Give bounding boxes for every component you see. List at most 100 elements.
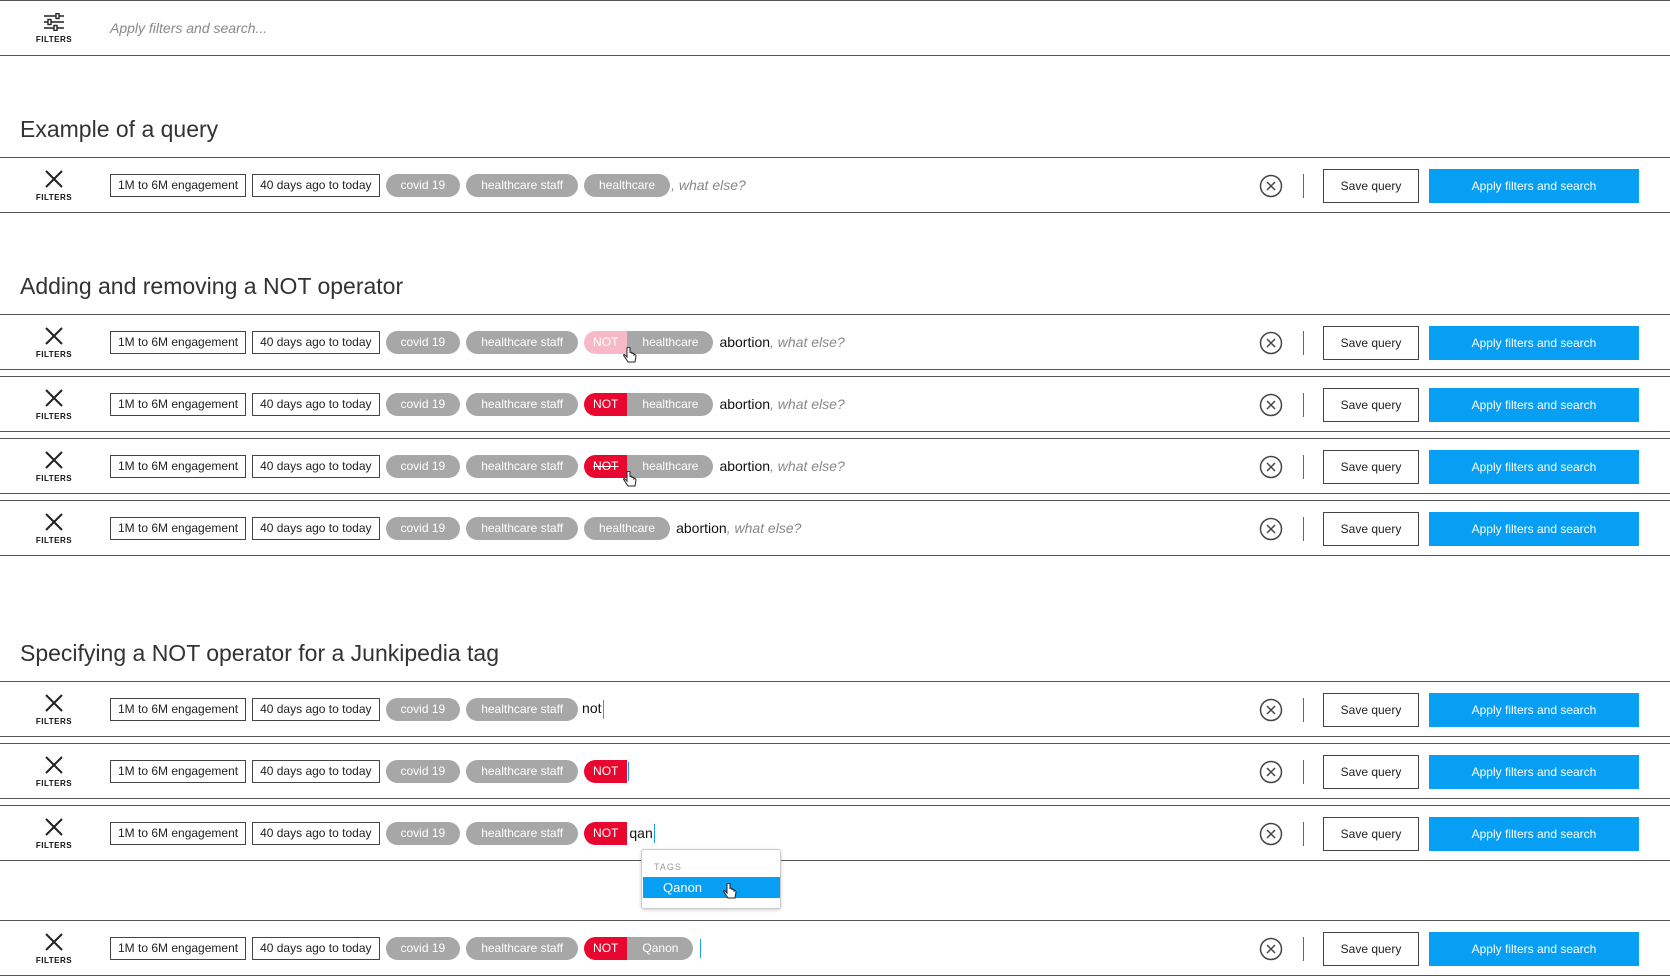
- clear-query-icon[interactable]: [1259, 331, 1283, 355]
- tag-chip-label[interactable]: Qanon: [627, 936, 694, 960]
- close-filters-button[interactable]: FILTERS: [22, 439, 86, 493]
- date-filter-chip[interactable]: 40 days ago to today: [252, 392, 380, 416]
- search-input-placeholder[interactable]: , what else?: [770, 334, 845, 350]
- tag-chip[interactable]: covid 19: [385, 454, 461, 478]
- tag-chip[interactable]: covid 19: [385, 173, 461, 197]
- search-input[interactable]: Apply filters and search...: [110, 20, 267, 36]
- close-filters-button[interactable]: FILTERS: [22, 744, 86, 798]
- tag-chip-label[interactable]: healthcare: [627, 330, 714, 354]
- tag-chip[interactable]: covid 19: [385, 759, 461, 783]
- engagement-filter-chip[interactable]: 1M to 6M engagement: [110, 330, 247, 354]
- engagement-filter-chip[interactable]: 1M to 6M engagement: [110, 936, 247, 960]
- search-input[interactable]: not: [582, 699, 604, 719]
- search-input-placeholder[interactable]: , what else?: [671, 177, 746, 193]
- save-query-button[interactable]: Save query: [1323, 755, 1419, 789]
- hand-cursor-icon: [623, 347, 637, 363]
- tag-chip[interactable]: healthcare staff: [466, 821, 579, 845]
- typed-term[interactable]: abortion: [719, 458, 770, 474]
- filters-toggle-button[interactable]: FILTERS: [22, 1, 86, 55]
- clear-query-icon[interactable]: [1259, 174, 1283, 198]
- date-filter-chip[interactable]: 40 days ago to today: [252, 697, 380, 721]
- apply-filters-button[interactable]: Apply filters and search: [1429, 450, 1639, 484]
- date-filter-chip[interactable]: 40 days ago to today: [252, 173, 380, 197]
- close-filters-button[interactable]: FILTERS: [22, 806, 86, 860]
- search-input[interactable]: qan: [629, 822, 655, 845]
- engagement-filter-chip[interactable]: 1M to 6M engagement: [110, 697, 247, 721]
- search-input-placeholder[interactable]: , what else?: [770, 396, 845, 412]
- date-filter-chip[interactable]: 40 days ago to today: [252, 759, 380, 783]
- save-query-button[interactable]: Save query: [1323, 169, 1419, 203]
- save-query-button[interactable]: Save query: [1323, 693, 1419, 727]
- tag-chip-label[interactable]: healthcare: [627, 454, 714, 478]
- apply-filters-button[interactable]: Apply filters and search: [1429, 932, 1639, 966]
- apply-filters-button[interactable]: Apply filters and search: [1429, 169, 1639, 203]
- search-input-placeholder[interactable]: , what else?: [770, 458, 845, 474]
- date-filter-chip[interactable]: 40 days ago to today: [252, 330, 380, 354]
- clear-query-icon[interactable]: [1259, 393, 1283, 417]
- clear-query-icon[interactable]: [1259, 822, 1283, 846]
- not-operator-toggle[interactable]: NOT: [584, 936, 628, 960]
- not-operator-toggle[interactable]: NOT: [584, 759, 628, 783]
- not-operator-toggle[interactable]: NOT: [584, 821, 628, 845]
- engagement-filter-chip[interactable]: 1M to 6M engagement: [110, 821, 247, 845]
- clear-query-icon[interactable]: [1259, 760, 1283, 784]
- tag-chip[interactable]: healthcare staff: [466, 173, 579, 197]
- engagement-filter-chip[interactable]: 1M to 6M engagement: [110, 454, 247, 478]
- tag-chip[interactable]: healthcare: [584, 173, 671, 197]
- typed-term[interactable]: abortion: [719, 396, 770, 412]
- close-filters-button[interactable]: FILTERS: [22, 158, 86, 212]
- clear-query-icon[interactable]: [1259, 937, 1283, 961]
- not-operator-toggle[interactable]: NOT: [584, 454, 628, 478]
- apply-filters-button[interactable]: Apply filters and search: [1429, 817, 1639, 851]
- dropdown-option-qanon[interactable]: Qanon: [643, 877, 780, 898]
- apply-filters-button[interactable]: Apply filters and search: [1429, 512, 1639, 546]
- tag-chip-label[interactable]: healthcare: [627, 392, 714, 416]
- close-filters-button[interactable]: FILTERS: [22, 682, 86, 736]
- tag-chip[interactable]: healthcare staff: [466, 454, 579, 478]
- clear-query-icon[interactable]: [1259, 455, 1283, 479]
- save-query-button[interactable]: Save query: [1323, 450, 1419, 484]
- apply-filters-button[interactable]: Apply filters and search: [1429, 693, 1639, 727]
- divider: [1303, 174, 1304, 198]
- close-filters-button[interactable]: FILTERS: [22, 921, 86, 975]
- engagement-filter-chip[interactable]: 1M to 6M engagement: [110, 392, 247, 416]
- clear-query-icon[interactable]: [1259, 517, 1283, 541]
- apply-filters-button[interactable]: Apply filters and search: [1429, 755, 1639, 789]
- tag-chip[interactable]: healthcare staff: [466, 330, 579, 354]
- date-filter-chip[interactable]: 40 days ago to today: [252, 936, 380, 960]
- typed-term[interactable]: abortion: [676, 520, 727, 536]
- search-input-placeholder[interactable]: , what else?: [727, 520, 802, 536]
- tag-chip[interactable]: covid 19: [385, 697, 461, 721]
- tag-chip[interactable]: covid 19: [385, 392, 461, 416]
- engagement-filter-chip[interactable]: 1M to 6M engagement: [110, 759, 247, 783]
- close-filters-button[interactable]: FILTERS: [22, 315, 86, 369]
- save-query-button[interactable]: Save query: [1323, 817, 1419, 851]
- save-query-button[interactable]: Save query: [1323, 388, 1419, 422]
- tag-chip[interactable]: healthcare staff: [466, 936, 579, 960]
- apply-filters-button[interactable]: Apply filters and search: [1429, 326, 1639, 360]
- tag-chip[interactable]: covid 19: [385, 821, 461, 845]
- not-operator-toggle[interactable]: NOT: [584, 392, 628, 416]
- save-query-button[interactable]: Save query: [1323, 326, 1419, 360]
- date-filter-chip[interactable]: 40 days ago to today: [252, 516, 380, 540]
- save-query-button[interactable]: Save query: [1323, 932, 1419, 966]
- tag-chip[interactable]: healthcare staff: [466, 392, 579, 416]
- tag-chip[interactable]: healthcare: [584, 516, 671, 540]
- tag-chip[interactable]: covid 19: [385, 330, 461, 354]
- apply-filters-button[interactable]: Apply filters and search: [1429, 388, 1639, 422]
- engagement-filter-chip[interactable]: 1M to 6M engagement: [110, 516, 247, 540]
- date-filter-chip[interactable]: 40 days ago to today: [252, 454, 380, 478]
- clear-query-icon[interactable]: [1259, 698, 1283, 722]
- close-filters-button[interactable]: FILTERS: [22, 501, 86, 555]
- tag-chip[interactable]: healthcare staff: [466, 697, 579, 721]
- not-operator-toggle[interactable]: NOT: [584, 330, 628, 354]
- save-query-button[interactable]: Save query: [1323, 512, 1419, 546]
- tag-chip[interactable]: healthcare staff: [466, 759, 579, 783]
- tag-chip[interactable]: covid 19: [385, 516, 461, 540]
- close-filters-button[interactable]: FILTERS: [22, 377, 86, 431]
- engagement-filter-chip[interactable]: 1M to 6M engagement: [110, 173, 247, 197]
- date-filter-chip[interactable]: 40 days ago to today: [252, 821, 380, 845]
- tag-chip[interactable]: covid 19: [385, 936, 461, 960]
- tag-chip[interactable]: healthcare staff: [466, 516, 579, 540]
- typed-term[interactable]: abortion: [719, 334, 770, 350]
